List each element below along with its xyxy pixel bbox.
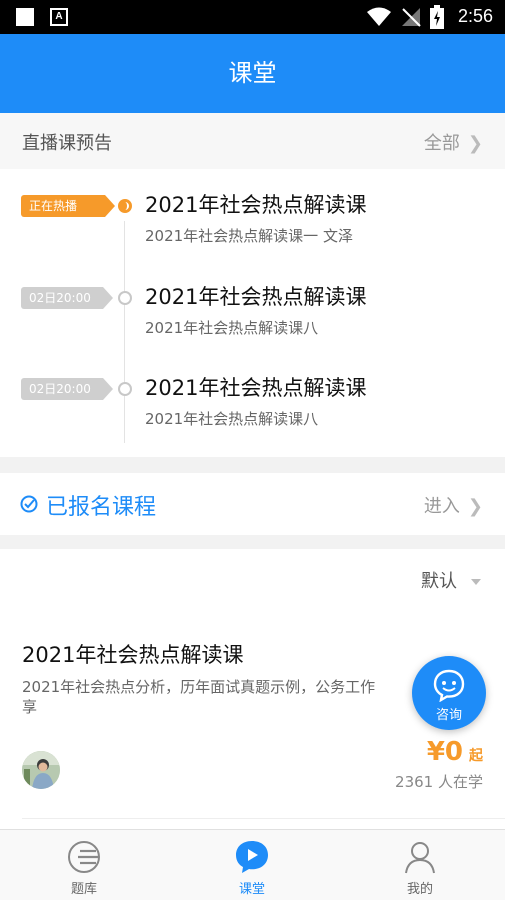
- view-all-label: 全部: [423, 133, 460, 154]
- live-item-subtitle: 2021年社会热点解读课八: [145, 410, 319, 428]
- live-item-title: 2021年社会热点解读课: [145, 285, 367, 309]
- live-playing-icon: [118, 199, 132, 213]
- learner-count: 2361 人在学: [395, 773, 483, 791]
- tab-label: 课堂: [238, 882, 265, 897]
- teacher-avatar: [22, 751, 60, 789]
- enrolled-courses-row[interactable]: 已报名课程 进入 ❯: [0, 473, 505, 535]
- live-item-title: 2021年社会热点解读课: [145, 193, 367, 217]
- live-preview-section: 直播课预告 全部 ❯ 正在热播 2021年社会热点解读课 2021年社会热点解读课…: [0, 113, 505, 457]
- course-description: 2021年社会热点分析，历年面试真题示例，公务工作 享: [22, 678, 376, 716]
- classroom-play-icon: [236, 841, 268, 873]
- app-notification-icon: A: [50, 8, 68, 26]
- live-item[interactable]: 02日20:00 2021年社会热点解读课 2021年社会热点解读课八: [0, 279, 505, 349]
- price-value: ¥0: [426, 737, 463, 767]
- live-item[interactable]: 02日20:00 2021年社会热点解读课 2021年社会热点解读课八: [0, 370, 505, 440]
- live-preview-header: 直播课预告 全部 ❯: [0, 113, 505, 169]
- sort-label: 默认: [421, 571, 457, 592]
- view-all-button[interactable]: 全部 ❯: [424, 129, 483, 155]
- profile-icon: [405, 842, 435, 874]
- tab-label: 题库: [70, 882, 97, 897]
- tab-classroom[interactable]: 课堂: [168, 830, 336, 900]
- status-bar: A 2:56: [0, 0, 505, 34]
- page-title: 课堂: [0, 34, 505, 113]
- dropdown-arrow-icon: [471, 579, 481, 585]
- sort-dropdown[interactable]: 默认: [421, 567, 481, 593]
- schedule-time-tag: 02日20:00: [21, 378, 113, 400]
- consult-button[interactable]: 咨询: [412, 656, 486, 730]
- tab-question-bank[interactable]: 题库: [0, 830, 168, 900]
- battery-charging-icon: [430, 5, 444, 29]
- enrolled-courses-label: 已报名课程: [46, 495, 157, 520]
- no-signal-icon: [402, 8, 421, 27]
- chevron-right-icon: ❯: [467, 133, 483, 154]
- divider: [22, 818, 505, 819]
- wifi-icon: [367, 7, 391, 26]
- live-preview-title: 直播课预告: [22, 133, 112, 154]
- price-suffix: 起: [469, 748, 483, 764]
- status-time: 2:56: [457, 6, 493, 26]
- tab-label: 我的: [406, 882, 433, 897]
- chevron-right-icon: ❯: [467, 496, 483, 517]
- enter-label: 进入: [423, 496, 460, 517]
- check-circle-icon: [20, 495, 38, 513]
- live-now-tag: 正在热播: [21, 195, 115, 217]
- tab-profile[interactable]: 我的: [336, 830, 504, 900]
- consult-label: 咨询: [435, 708, 462, 723]
- live-item[interactable]: 正在热播 2021年社会热点解读课 2021年社会热点解读课一 文泽: [0, 187, 505, 257]
- course-title[interactable]: 2021年社会热点解读课: [22, 639, 243, 669]
- live-item-subtitle: 2021年社会热点解读课一 文泽: [145, 227, 353, 245]
- enter-button[interactable]: 进入 ❯: [424, 492, 483, 518]
- timeline-dot-icon: [118, 291, 132, 305]
- question-bank-icon: [68, 841, 100, 873]
- notification-square-icon: [16, 8, 34, 26]
- chat-bubble-icon: [433, 669, 465, 702]
- timeline-dot-icon: [118, 382, 132, 396]
- schedule-time-tag: 02日20:00: [21, 287, 113, 309]
- live-item-title: 2021年社会热点解读课: [145, 376, 367, 400]
- bottom-tab-bar: 题库 课堂 我的: [0, 829, 505, 900]
- avatar-photo-icon: [22, 751, 60, 789]
- live-item-subtitle: 2021年社会热点解读课八: [145, 319, 319, 337]
- course-price: ¥0 起: [427, 737, 483, 767]
